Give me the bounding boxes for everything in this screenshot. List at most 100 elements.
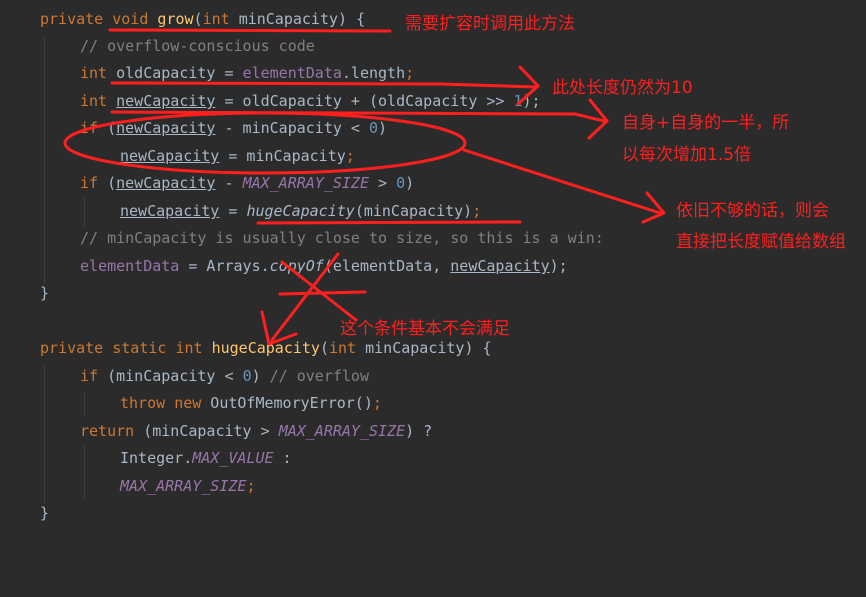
- code-line-throw[interactable]: throw new OutOfMemoryError();: [120, 389, 382, 417]
- token: - minCapacity <: [215, 119, 369, 137]
- code-line-if-less[interactable]: if (newCapacity - minCapacity < 0): [80, 114, 387, 142]
- code-line-comment[interactable]: // overflow-conscious code: [80, 32, 315, 60]
- variable: newCapacity: [116, 119, 216, 137]
- code-editor[interactable]: private void grow(int minCapacity) { // …: [0, 0, 866, 597]
- number: 0: [242, 367, 252, 385]
- code-line-return[interactable]: return (minCapacity > MAX_ARRAY_SIZE) ?: [80, 417, 432, 445]
- keyword: int: [329, 339, 357, 357]
- code-line-assign-min[interactable]: newCapacity = minCapacity;: [120, 142, 355, 170]
- indent-guide: [44, 36, 45, 284]
- annotation-not-enough: 依旧不够的话，则会: [676, 201, 829, 221]
- code-line-integer-max[interactable]: Integer.MAX_VALUE :: [120, 444, 292, 472]
- token: (: [193, 10, 203, 28]
- variable: newCapacity: [120, 202, 220, 220]
- semicolon: ;: [405, 64, 415, 82]
- keyword: if: [80, 174, 99, 192]
- annotation-not-enough-line2: 直接把长度赋值给数组: [676, 232, 846, 252]
- variable: newCapacity: [120, 147, 220, 165]
- token: -: [215, 174, 243, 192]
- token: =: [215, 64, 243, 82]
- constant: MAX_ARRAY_SIZE: [242, 174, 369, 192]
- annotation-length-still-10: 此处长度仍然为10: [552, 78, 693, 98]
- token: (minCapacity): [354, 202, 473, 220]
- indent-guide: [44, 366, 45, 504]
- token: >: [369, 174, 397, 192]
- constant: MAX_ARRAY_SIZE: [120, 477, 247, 495]
- semicolon: ;: [246, 477, 256, 495]
- annotation-condition-rare: 这个条件基本不会满足: [340, 319, 510, 339]
- field: elementData: [242, 64, 342, 82]
- token: );: [522, 92, 541, 110]
- semicolon: ;: [372, 394, 382, 412]
- method-name-hugecapacity: hugeCapacity: [211, 339, 320, 357]
- keyword: if: [80, 119, 99, 137]
- code-line-comment[interactable]: // minCapacity is usually close to size,…: [80, 224, 604, 252]
- comment: // overflow: [269, 367, 369, 385]
- code-line-close-brace[interactable]: }: [40, 499, 49, 527]
- method-name-grow: grow: [157, 10, 194, 28]
- token: OutOfMemoryError(): [201, 394, 373, 412]
- token: (minCapacity <: [98, 367, 243, 385]
- keyword: new: [174, 394, 202, 412]
- code-line-if-overflow[interactable]: if (minCapacity < 0) // overflow: [80, 362, 369, 390]
- keyword: static: [112, 339, 167, 357]
- keyword: private: [40, 339, 104, 357]
- token: ): [251, 367, 270, 385]
- code-line-old-capacity[interactable]: int oldCapacity = elementData.length;: [80, 59, 414, 87]
- brace: }: [40, 284, 50, 302]
- variable: newCapacity: [116, 174, 216, 192]
- method-call: copyOf: [269, 257, 324, 275]
- variable: newCapacity: [450, 257, 550, 275]
- parameter: minCapacity: [238, 10, 339, 28]
- token: Integer.: [120, 449, 193, 467]
- token: (: [319, 339, 329, 357]
- token: ) ?: [405, 422, 433, 440]
- indent-guide: [84, 446, 85, 500]
- code-line-max-array-size[interactable]: MAX_ARRAY_SIZE;: [120, 472, 255, 500]
- annotation-grow-half-line2: 以每次增加1.5倍: [622, 145, 752, 165]
- token: ): [405, 174, 415, 192]
- token: :: [273, 449, 292, 467]
- comment: // overflow-conscious code: [80, 37, 315, 55]
- keyword: private: [40, 10, 104, 28]
- token: ): [378, 119, 388, 137]
- token: ) {: [338, 10, 366, 28]
- code-line-copyof[interactable]: elementData = Arrays.copyOf(elementData,…: [80, 252, 568, 280]
- token: ) {: [464, 339, 492, 357]
- keyword: int: [80, 92, 108, 110]
- number: 1: [513, 92, 523, 110]
- code-line-close-brace[interactable]: }: [40, 279, 49, 307]
- keyword: int: [80, 64, 108, 82]
- field: elementData: [80, 257, 180, 275]
- comment: // minCapacity is usually close to size,…: [80, 229, 604, 247]
- keyword: int: [202, 10, 230, 28]
- token: (: [98, 119, 117, 137]
- indent-guide: [84, 198, 85, 226]
- token: = oldCapacity + (oldCapacity >>: [215, 92, 514, 110]
- variable: newCapacity: [116, 92, 216, 110]
- keyword: void: [112, 10, 149, 28]
- annotation-grow-half: 自身+自身的一半，所: [622, 113, 790, 133]
- constant: MAX_VALUE: [192, 449, 274, 467]
- token: (minCapacity >: [134, 422, 279, 440]
- number: 0: [369, 119, 379, 137]
- token: .length: [341, 64, 406, 82]
- code-line-grow-signature[interactable]: private void grow(int minCapacity) {: [40, 5, 365, 33]
- method-call: hugeCapacity: [246, 202, 355, 220]
- keyword: if: [80, 367, 99, 385]
- variable: oldCapacity: [116, 64, 216, 82]
- token: = minCapacity: [219, 147, 346, 165]
- token: );: [549, 257, 568, 275]
- keyword: throw: [120, 394, 166, 412]
- token: = Arrays.: [179, 257, 270, 275]
- semicolon: ;: [345, 147, 355, 165]
- brace: }: [40, 504, 50, 522]
- indent-guide: [84, 392, 85, 416]
- token: (: [98, 174, 117, 192]
- code-line-new-capacity[interactable]: int newCapacity = oldCapacity + (oldCapa…: [80, 87, 541, 115]
- code-line-huge-assign[interactable]: newCapacity = hugeCapacity(minCapacity);: [120, 197, 481, 225]
- keyword: int: [175, 339, 203, 357]
- parameter: minCapacity: [365, 339, 465, 357]
- annotation-resize-call: 需要扩容时调用此方法: [405, 14, 575, 34]
- code-line-if-max[interactable]: if (newCapacity - MAX_ARRAY_SIZE > 0): [80, 169, 414, 197]
